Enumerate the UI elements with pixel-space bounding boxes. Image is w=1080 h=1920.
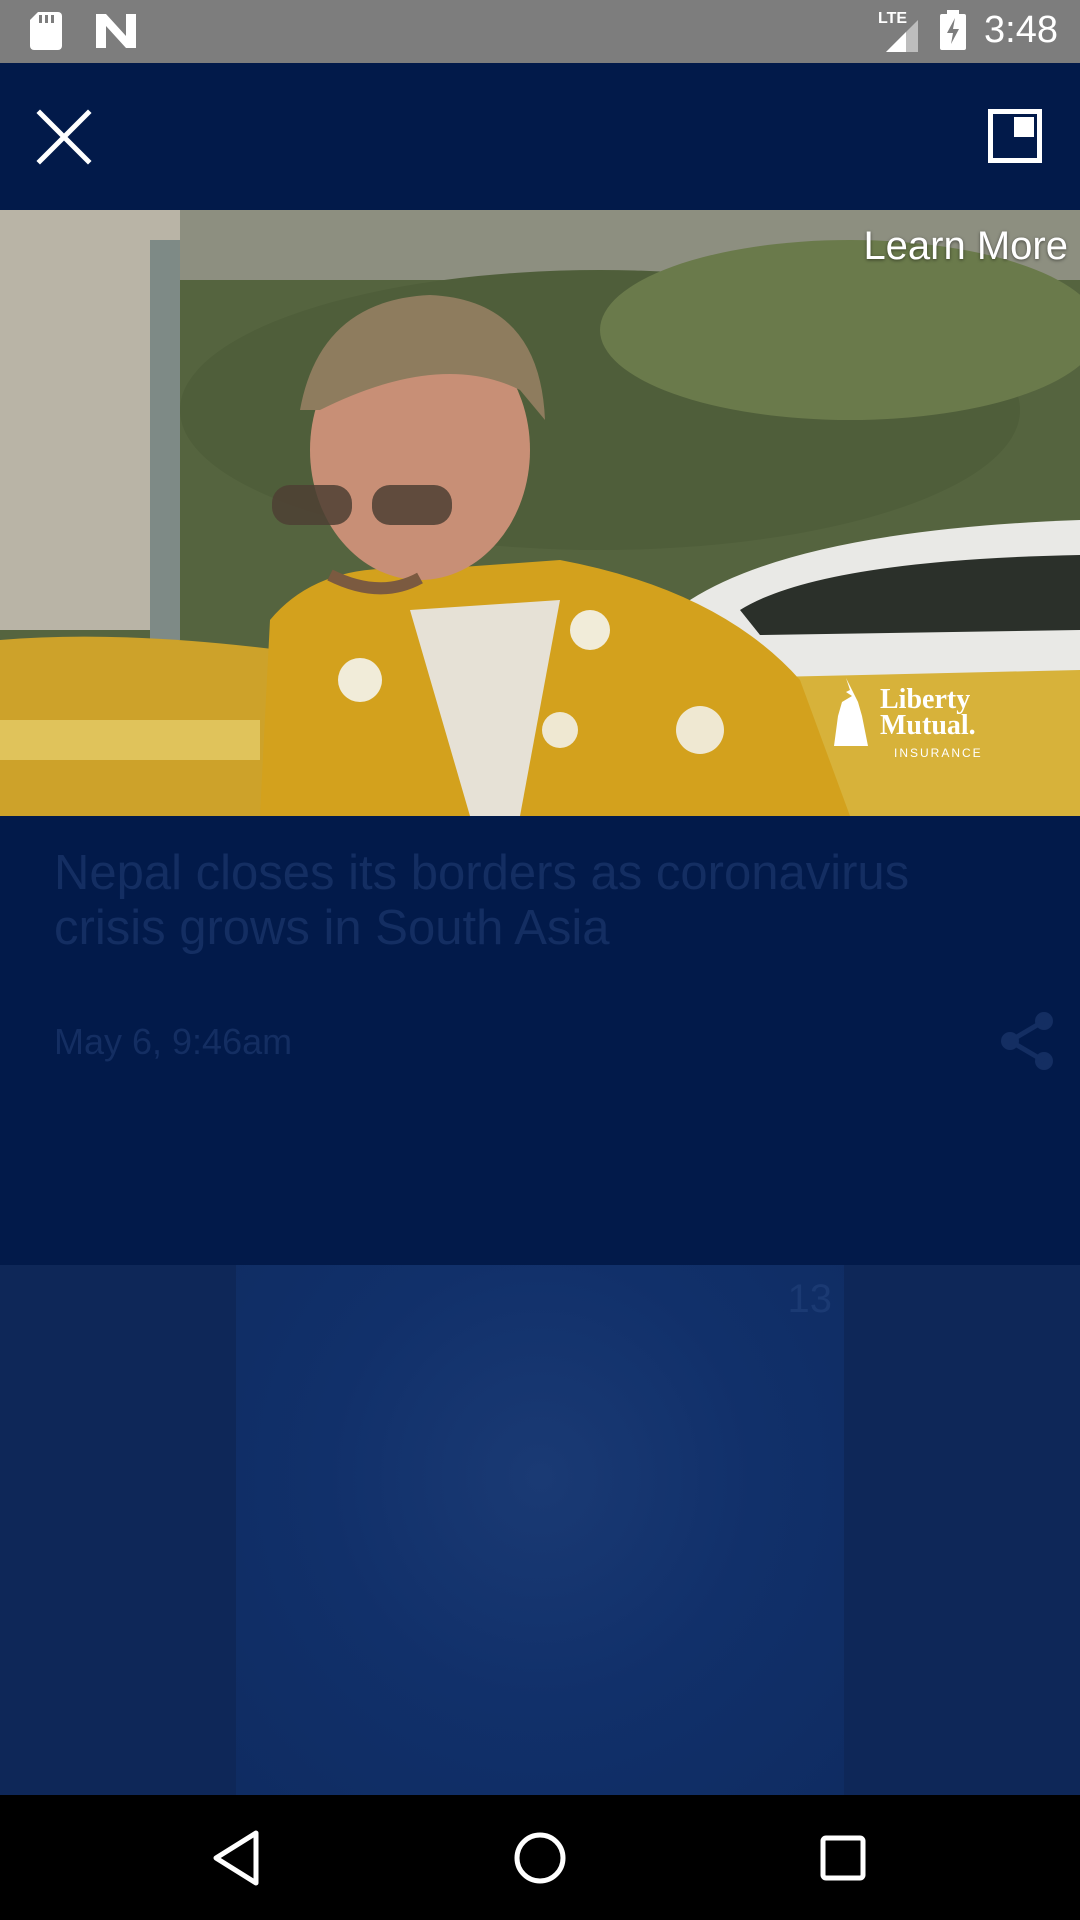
statue-of-liberty-icon bbox=[834, 678, 868, 746]
battery-charging-icon bbox=[940, 10, 967, 50]
brand-line-2: Mutual. bbox=[880, 710, 976, 741]
clock: 3:48 bbox=[984, 8, 1058, 51]
navigation-bar bbox=[0, 1795, 1080, 1920]
status-left bbox=[30, 12, 136, 50]
next-article-area: 13 bbox=[0, 1265, 1080, 1795]
picture-in-picture-icon bbox=[988, 109, 1042, 163]
share-icon bbox=[1001, 1012, 1053, 1070]
next-article-image[interactable]: 13 bbox=[236, 1265, 844, 1795]
article-header: Nepal closes its borders as coronavirus … bbox=[0, 816, 1080, 1265]
close-icon bbox=[36, 109, 92, 165]
article-date: May 6, 9:46am bbox=[54, 1021, 293, 1062]
close-button[interactable] bbox=[36, 109, 92, 165]
recents-button[interactable] bbox=[810, 1825, 876, 1891]
signal-indicator: LTE bbox=[874, 8, 922, 52]
recents-icon bbox=[820, 1835, 866, 1881]
brand-line-3: INSURANCE bbox=[894, 746, 983, 760]
liberty-mutual-logo: Liberty Mutual. INSURANCE bbox=[822, 676, 982, 768]
status-right: LTE 3:48 bbox=[874, 8, 1058, 52]
back-icon bbox=[213, 1830, 259, 1886]
article-headline[interactable]: Nepal closes its borders as coronavirus … bbox=[54, 846, 1014, 956]
picture-in-picture-button[interactable] bbox=[988, 109, 1042, 163]
back-button[interactable] bbox=[204, 1825, 270, 1891]
home-button[interactable] bbox=[507, 1825, 573, 1891]
status-bar: LTE 3:48 bbox=[0, 0, 1080, 63]
image-count-badge: 13 bbox=[787, 1277, 833, 1321]
learn-more-link[interactable]: Learn More bbox=[863, 224, 1068, 269]
n-app-icon bbox=[96, 14, 136, 48]
signal-icon bbox=[886, 20, 919, 52]
share-button[interactable] bbox=[1000, 1011, 1056, 1071]
home-icon bbox=[514, 1832, 566, 1884]
video-player[interactable]: Learn More Liberty Mutual. INSURANCE bbox=[0, 210, 1080, 816]
app-bar bbox=[0, 63, 1080, 210]
sd-card-icon bbox=[30, 12, 62, 50]
